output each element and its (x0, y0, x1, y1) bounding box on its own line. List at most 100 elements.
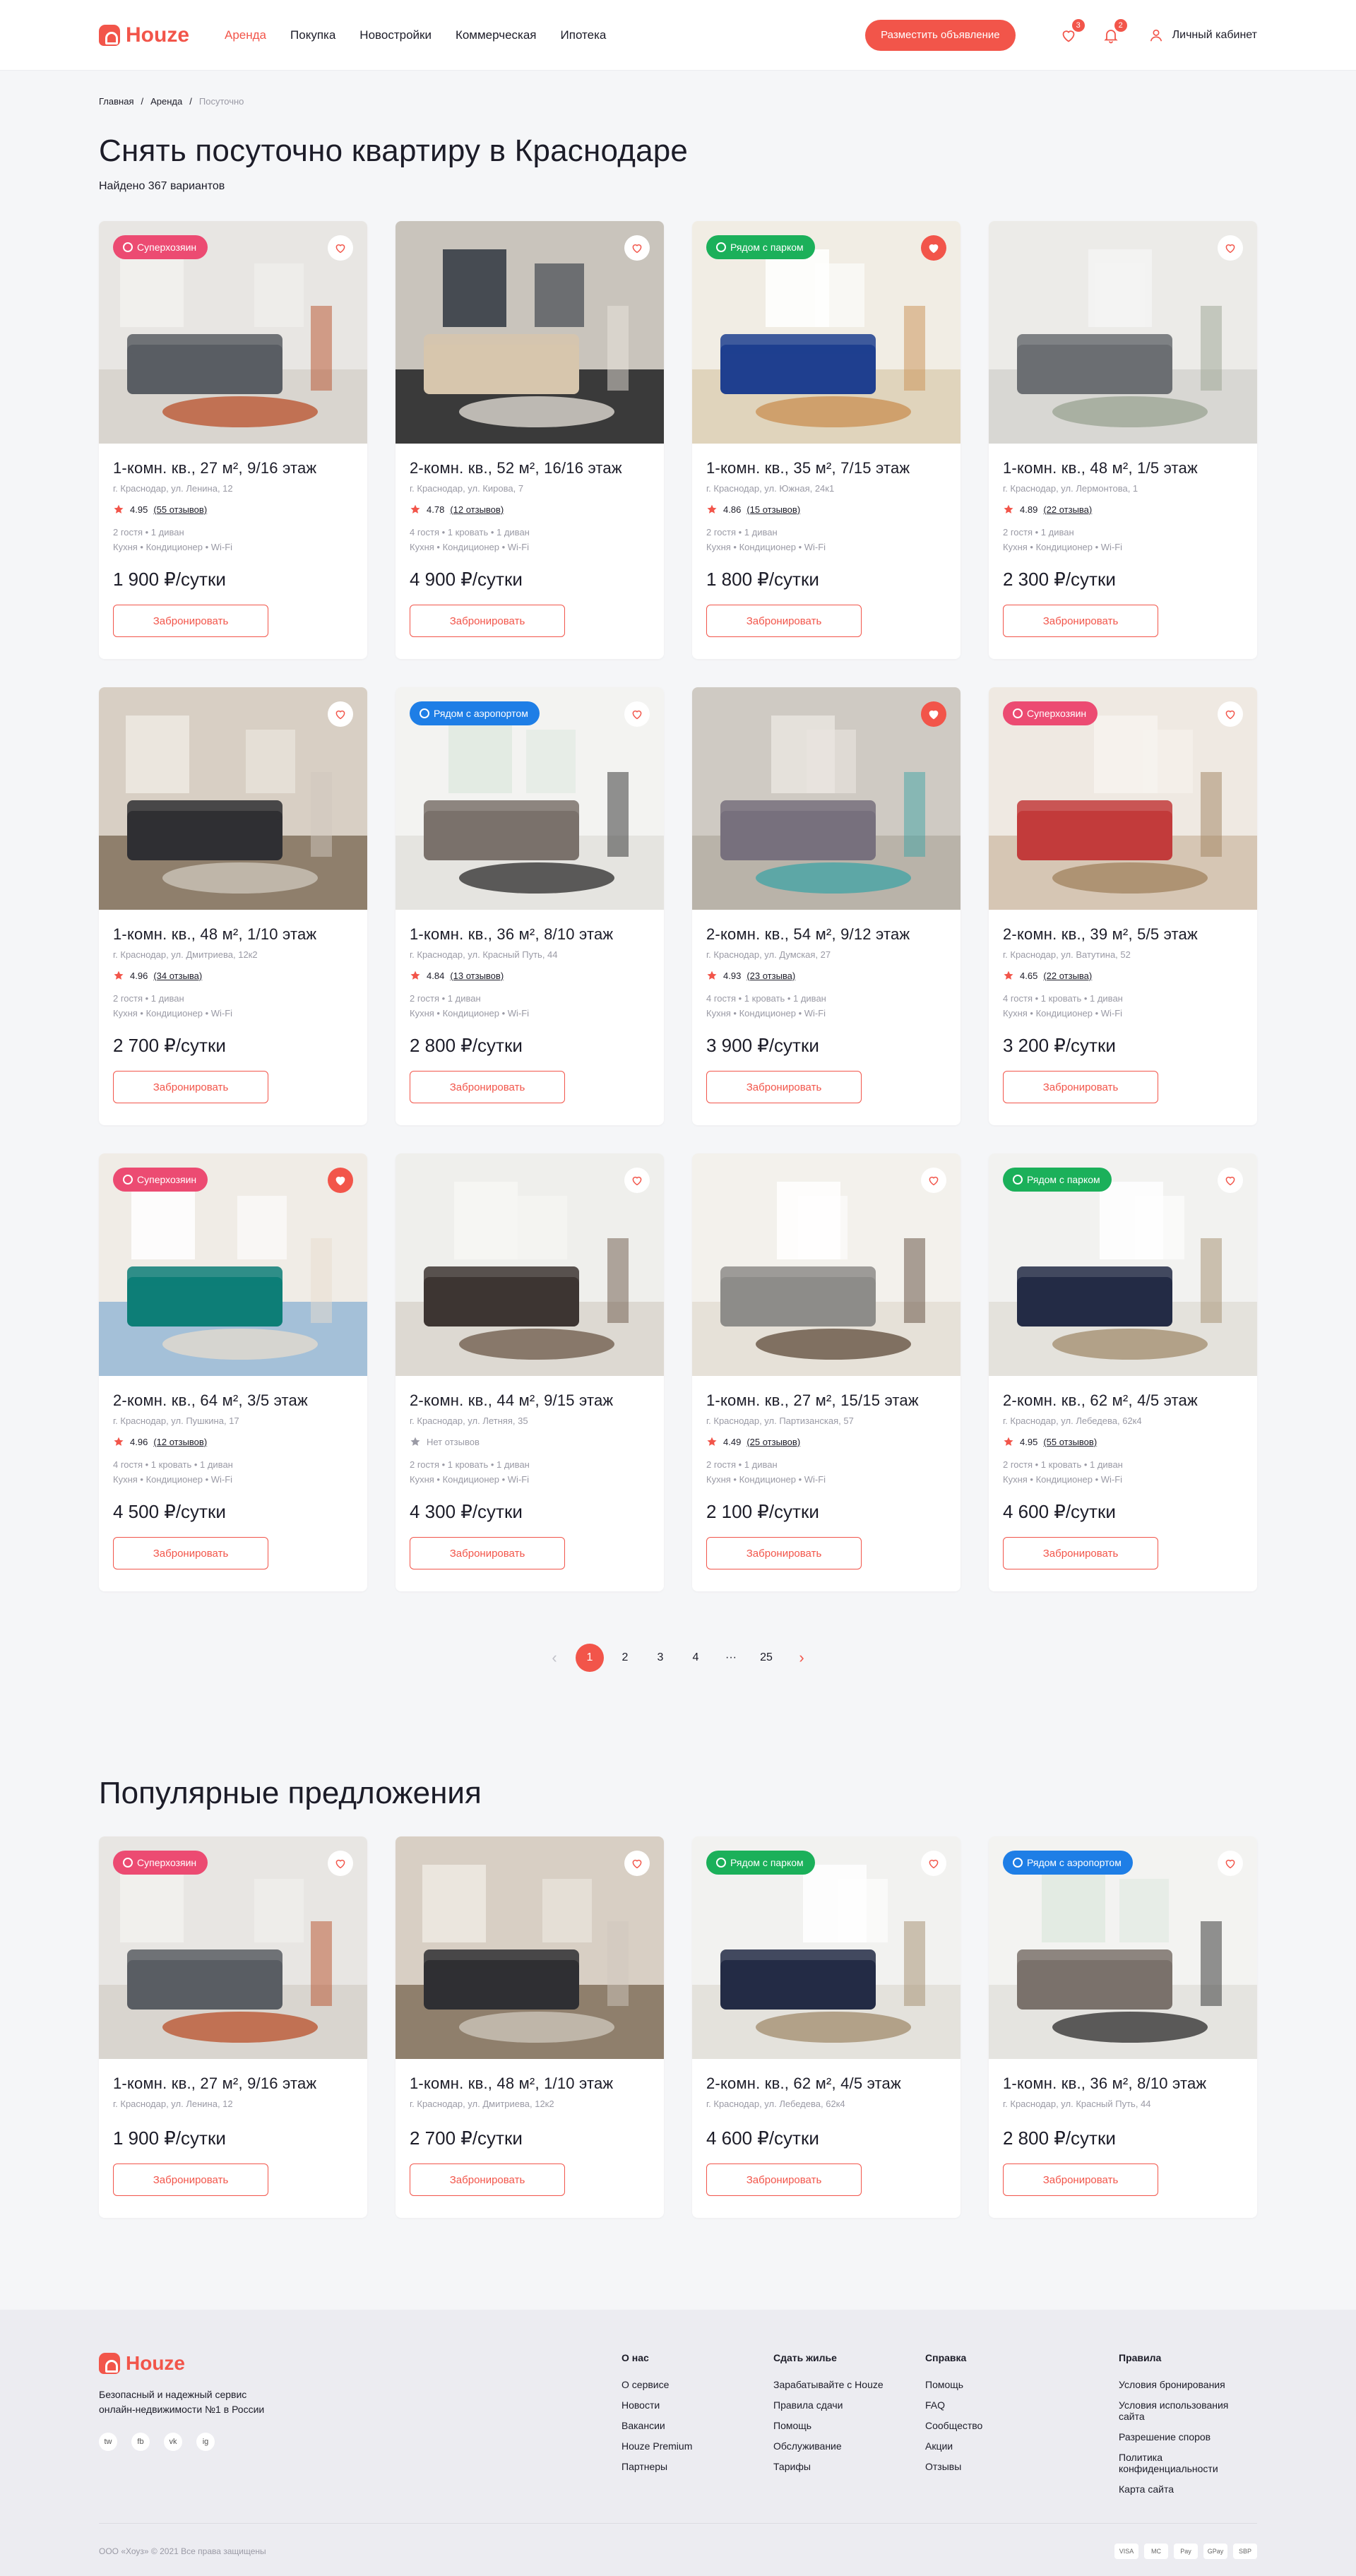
favorite-toggle[interactable] (328, 1168, 353, 1193)
listing-photo-area[interactable] (396, 1153, 664, 1376)
listing-card[interactable]: Рядом с аэропортом 1-комн. кв., 36 м², 8… (989, 1836, 1257, 2218)
listing-title[interactable]: 2-комн. кв., 44 м², 9/15 этаж (410, 1391, 650, 1410)
listing-photo-area[interactable]: Рядом с парком (692, 1836, 961, 2059)
footer-link[interactable]: Правила сдачи (773, 2399, 925, 2411)
listing-title[interactable]: 2-комн. кв., 52 м², 16/16 этаж (410, 459, 650, 477)
listing-title[interactable]: 2-комн. кв., 64 м², 3/5 этаж (113, 1391, 353, 1410)
nav-mortgage[interactable]: Ипотека (561, 28, 607, 42)
vk-icon[interactable]: vk (164, 2433, 182, 2451)
listing-photo-area[interactable]: Суперхозяин (989, 687, 1257, 910)
listing-card[interactable]: Суперхозяин 1-комн. кв., 27 м², 9/16 эта… (99, 1836, 367, 2218)
nav-buy[interactable]: Покупка (290, 28, 335, 42)
listing-title[interactable]: 1-комн. кв., 36 м², 8/10 этаж (1003, 2075, 1243, 2093)
footer-link[interactable]: Акции (925, 2440, 1119, 2452)
listing-title[interactable]: 1-комн. кв., 48 м², 1/5 этаж (1003, 459, 1243, 477)
footer-link[interactable]: Политика конфиденциальности (1119, 2452, 1255, 2474)
listing-photo-area[interactable]: Рядом с парком (692, 221, 961, 444)
reviews-link[interactable]: (55 отзывов) (1043, 1437, 1097, 1447)
listing-card[interactable]: 1-комн. кв., 48 м², 1/10 этаж г. Краснод… (99, 687, 367, 1125)
footer-link[interactable]: Условия бронирования (1119, 2379, 1255, 2390)
listing-photo-area[interactable]: Рядом с аэропортом (989, 1836, 1257, 2059)
listing-card[interactable]: 1-комн. кв., 48 м², 1/10 этаж г. Краснод… (396, 1836, 664, 2218)
reviews-link[interactable]: (34 отзыва) (153, 971, 202, 981)
reviews-link[interactable]: (12 отзывов) (450, 504, 504, 515)
book-button[interactable]: Забронировать (410, 1071, 565, 1103)
favorites-button[interactable]: 3 (1059, 19, 1085, 44)
pagination-next[interactable]: › (784, 1649, 819, 1667)
footer-link[interactable]: Houze Premium (622, 2440, 773, 2452)
footer-link[interactable]: Новости (622, 2399, 773, 2411)
favorite-toggle[interactable] (328, 1851, 353, 1876)
pagination-page-1[interactable]: 1 (576, 1644, 604, 1672)
listing-photo-area[interactable] (396, 1836, 664, 2059)
footer-link[interactable]: Отзывы (925, 2461, 1119, 2472)
listing-title[interactable]: 2-комн. кв., 62 м², 4/5 этаж (706, 2075, 946, 2093)
book-button[interactable]: Забронировать (1003, 1071, 1158, 1103)
listing-title[interactable]: 1-комн. кв., 27 м², 9/16 этаж (113, 459, 353, 477)
reviews-link[interactable]: (22 отзыва) (1043, 971, 1092, 981)
favorite-toggle[interactable] (624, 701, 650, 727)
listing-photo-area[interactable]: Суперхозяин (99, 1153, 367, 1376)
book-button[interactable]: Забронировать (1003, 2164, 1158, 2196)
reviews-link[interactable]: (13 отзывов) (450, 971, 504, 981)
book-button[interactable]: Забронировать (410, 605, 565, 637)
listing-title[interactable]: 1-комн. кв., 35 м², 7/15 этаж (706, 459, 946, 477)
pagination-page-4[interactable]: 4 (678, 1651, 713, 1664)
listing-title[interactable]: 1-комн. кв., 27 м², 15/15 этаж (706, 1391, 946, 1410)
breadcrumb-rent[interactable]: Аренда (150, 96, 182, 107)
pagination-page-2[interactable]: 2 (607, 1651, 643, 1664)
nav-commercial[interactable]: Коммерческая (456, 28, 537, 42)
book-button[interactable]: Забронировать (113, 2164, 268, 2196)
favorite-toggle[interactable] (1218, 701, 1243, 727)
footer-link[interactable]: Карта сайта (1119, 2483, 1255, 2495)
book-button[interactable]: Забронировать (113, 1071, 268, 1103)
footer-link[interactable]: Вакансии (622, 2420, 773, 2431)
book-button[interactable]: Забронировать (706, 2164, 862, 2196)
favorite-toggle[interactable] (1218, 1168, 1243, 1193)
pagination-page-3[interactable]: 3 (643, 1651, 678, 1664)
book-button[interactable]: Забронировать (1003, 605, 1158, 637)
pagination-page-25[interactable]: 25 (749, 1651, 784, 1664)
footer-logo[interactable]: Houze (99, 2352, 622, 2375)
favorite-toggle[interactable] (624, 1168, 650, 1193)
nav-rent[interactable]: Аренда (225, 28, 266, 42)
facebook-icon[interactable]: fb (131, 2433, 150, 2451)
favorite-toggle[interactable] (1218, 1851, 1243, 1876)
favorite-toggle[interactable] (921, 701, 946, 727)
book-button[interactable]: Забронировать (706, 1537, 862, 1569)
reviews-link[interactable]: (25 отзывов) (747, 1437, 800, 1447)
account-link[interactable]: Личный кабинет (1148, 28, 1257, 43)
listing-title[interactable]: 1-комн. кв., 36 м², 8/10 этаж (410, 925, 650, 944)
footer-link[interactable]: Сообщество (925, 2420, 1119, 2431)
listing-card[interactable]: Рядом с парком 2-комн. кв., 62 м², 4/5 э… (692, 1836, 961, 2218)
reviews-link[interactable]: (23 отзыва) (747, 971, 795, 981)
listing-photo-area[interactable] (692, 687, 961, 910)
listing-title[interactable]: 1-комн. кв., 48 м², 1/10 этаж (113, 925, 353, 944)
listing-title[interactable]: 2-комн. кв., 39 м², 5/5 этаж (1003, 925, 1243, 944)
favorite-toggle[interactable] (921, 235, 946, 261)
footer-link[interactable]: Обслуживание (773, 2440, 925, 2452)
book-button[interactable]: Забронировать (1003, 1537, 1158, 1569)
breadcrumb-home[interactable]: Главная (99, 96, 133, 107)
footer-link[interactable]: Зарабатывайте с Houze (773, 2379, 925, 2390)
listing-photo-area[interactable]: Рядом с парком (989, 1153, 1257, 1376)
pagination-prev[interactable]: ‹ (537, 1649, 572, 1667)
book-button[interactable]: Забронировать (113, 605, 268, 637)
instagram-icon[interactable]: ig (196, 2433, 215, 2451)
post-listing-button[interactable]: Разместить объявление (865, 20, 1016, 51)
listing-title[interactable]: 2-комн. кв., 62 м², 4/5 этаж (1003, 1391, 1243, 1410)
footer-link[interactable]: Партнеры (622, 2461, 773, 2472)
book-button[interactable]: Забронировать (706, 605, 862, 637)
book-button[interactable]: Забронировать (410, 2164, 565, 2196)
listing-photo-area[interactable]: Рядом с аэропортом (396, 687, 664, 910)
logo[interactable]: Houze (99, 23, 189, 47)
listing-card[interactable]: Суперхозяин 1-комн. кв., 27 м², 9/16 эта… (99, 221, 367, 659)
footer-link[interactable]: Условия использования сайта (1119, 2399, 1255, 2422)
listing-photo-area[interactable]: Суперхозяин (99, 221, 367, 444)
book-button[interactable]: Забронировать (113, 1537, 268, 1569)
listing-card[interactable]: Рядом с парком 1-комн. кв., 35 м², 7/15 … (692, 221, 961, 659)
footer-link[interactable]: Помощь (925, 2379, 1119, 2390)
listing-photo-area[interactable] (396, 221, 664, 444)
footer-link[interactable]: Тарифы (773, 2461, 925, 2472)
listing-photo-area[interactable] (692, 1153, 961, 1376)
